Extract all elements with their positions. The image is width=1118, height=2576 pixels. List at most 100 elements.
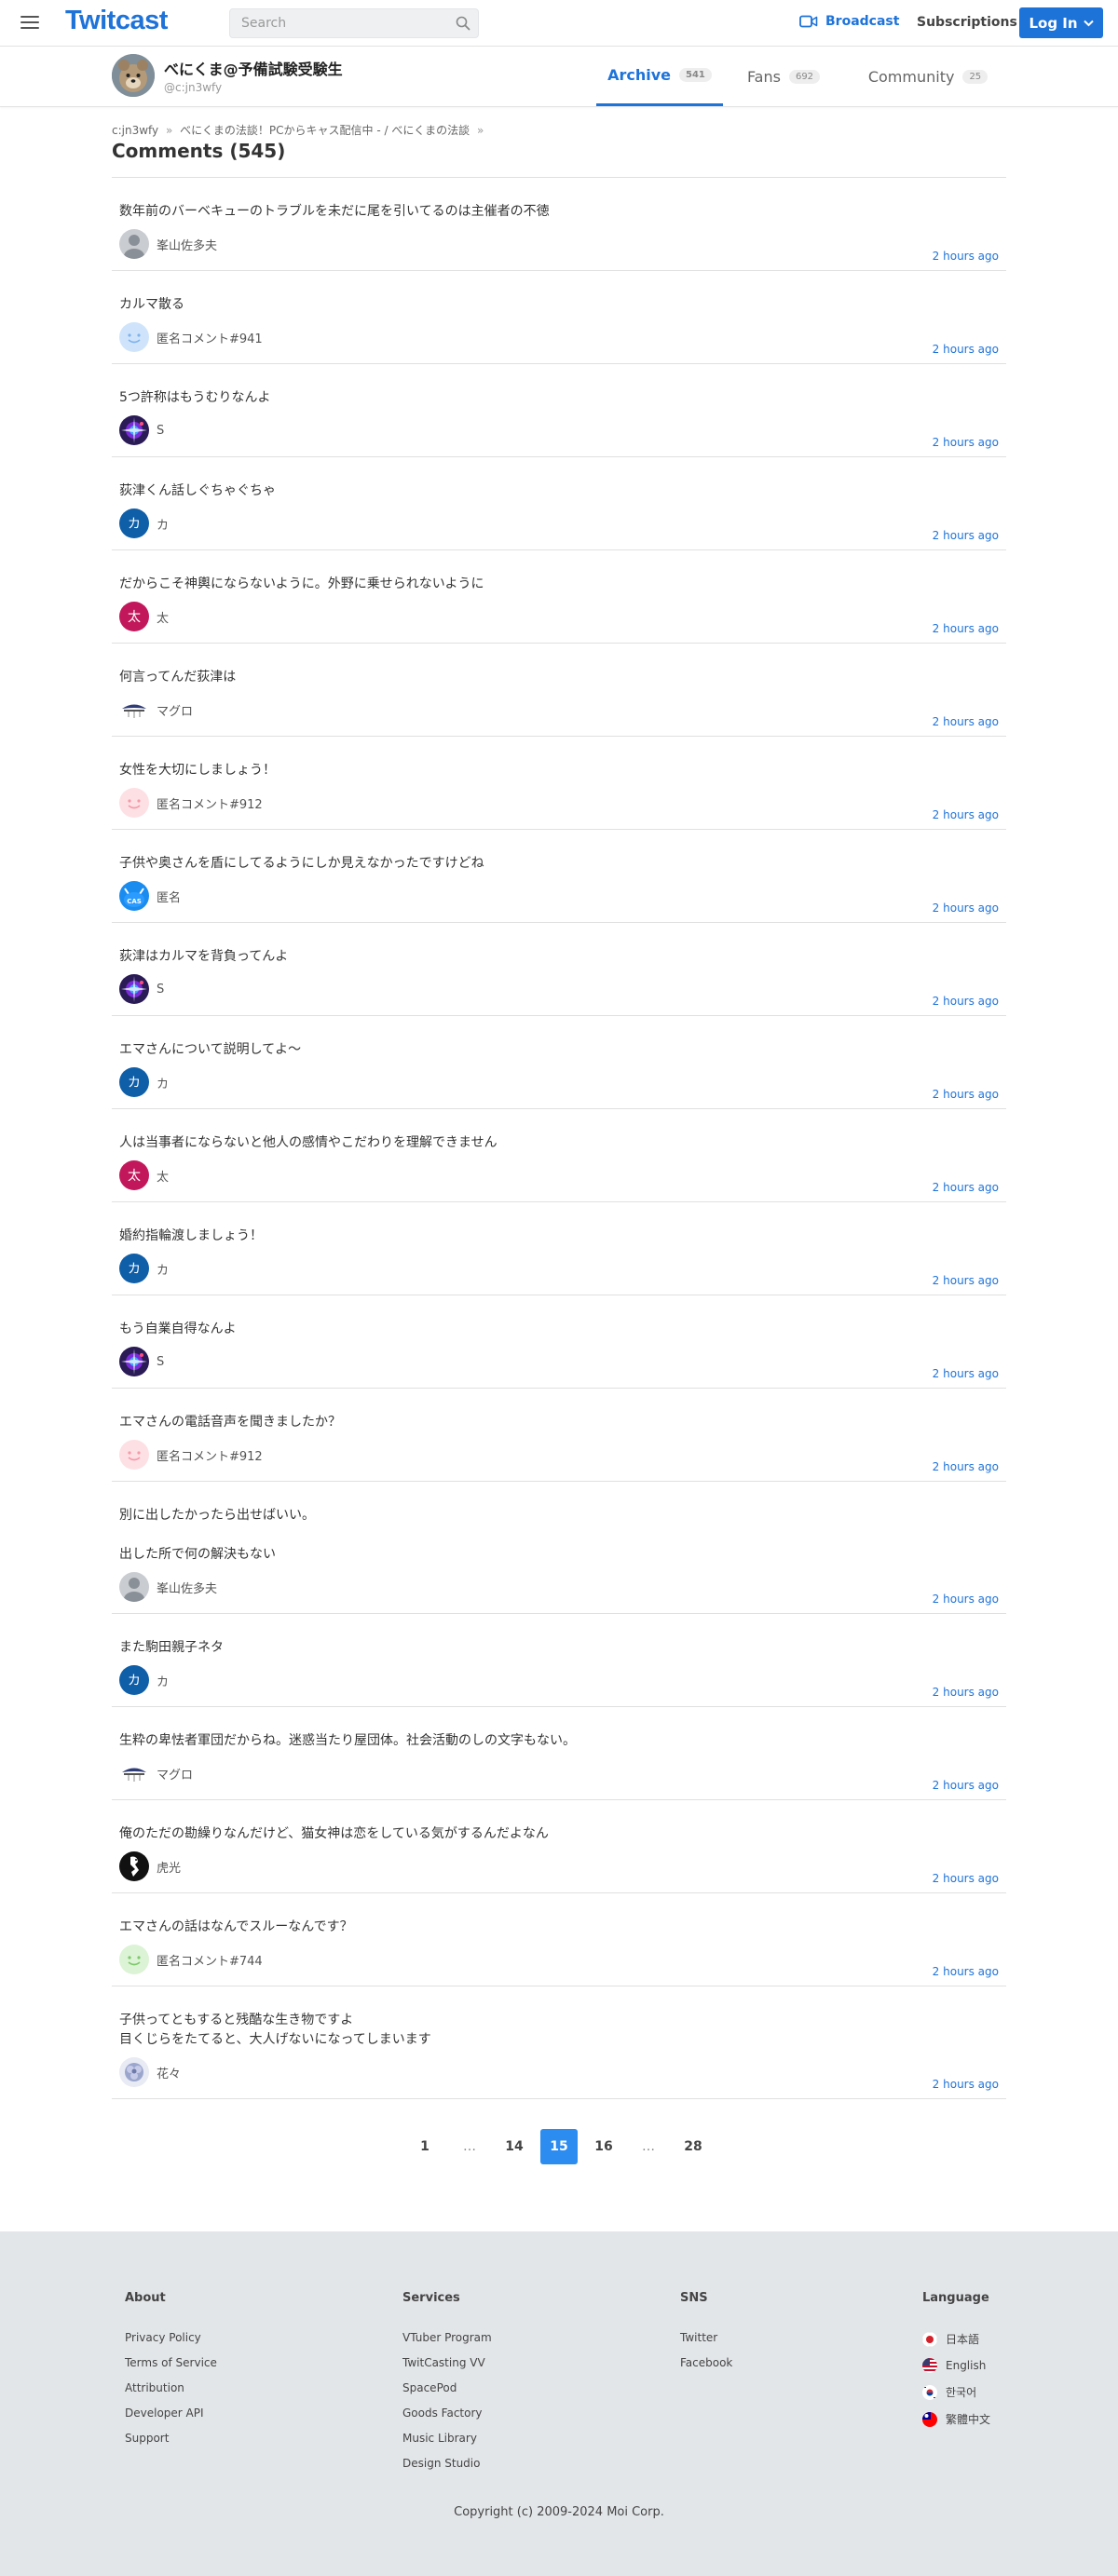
comment-timestamp[interactable]: 2 hours ago [933, 1965, 999, 1978]
comment-timestamp[interactable]: 2 hours ago [933, 1460, 999, 1473]
footer-link-design-studio[interactable]: Design Studio [402, 2457, 492, 2470]
commenter-name[interactable]: 匿名コメント#744 [157, 1951, 263, 1969]
commenter-name[interactable]: 峯山佐多夫 [157, 236, 217, 253]
comment-author: 匿名コメント#912 [119, 788, 999, 829]
commenter-avatar[interactable] [119, 974, 149, 1004]
comment-timestamp[interactable]: 2 hours ago [933, 1088, 999, 1101]
comment-author: 花々 [119, 2057, 999, 2098]
breadcrumb-item[interactable]: べにくまの法談！PCからキャス配信中 - / べにくまの法談 [180, 124, 470, 137]
tab-archive[interactable]: Archive 541 [596, 47, 723, 106]
commenter-name[interactable]: S [157, 1355, 164, 1369]
twitcast-logo[interactable]: Twitcast [65, 6, 168, 36]
footer-link-twitter[interactable]: Twitter [680, 2331, 732, 2344]
user-avatar[interactable] [112, 54, 155, 97]
footer-link-support[interactable]: Support [125, 2432, 217, 2445]
commenter-avatar[interactable] [119, 1347, 149, 1376]
commenter-avatar[interactable] [119, 2057, 149, 2087]
comment-timestamp[interactable]: 2 hours ago [933, 1872, 999, 1885]
commenter-name[interactable]: カ [157, 515, 169, 533]
footer-link-goods-factory[interactable]: Goods Factory [402, 2407, 492, 2420]
login-button[interactable]: Log In [1019, 7, 1103, 38]
footer-link-attribution[interactable]: Attribution [125, 2381, 217, 2394]
commenter-avatar[interactable]: カ [119, 1067, 149, 1097]
comment-timestamp[interactable]: 2 hours ago [933, 902, 999, 915]
commenter-avatar[interactable]: カ [119, 1665, 149, 1695]
footer-link-music-library[interactable]: Music Library [402, 2432, 492, 2445]
commenter-avatar[interactable]: カ [119, 1254, 149, 1283]
subscriptions-link[interactable]: Subscriptions [917, 15, 1017, 30]
commenter-name[interactable]: 匿名コメント#912 [157, 794, 263, 812]
commenter-avatar[interactable] [119, 1758, 149, 1788]
comment-timestamp[interactable]: 2 hours ago [933, 436, 999, 449]
comment-timestamp[interactable]: 2 hours ago [933, 622, 999, 635]
commenter-avatar[interactable] [119, 695, 149, 725]
comment-timestamp[interactable]: 2 hours ago [933, 1686, 999, 1699]
page-button-14[interactable]: 14 [496, 2129, 533, 2164]
language-japanese[interactable]: 日本語 [922, 2331, 990, 2347]
commenter-avatar[interactable]: CAS [119, 881, 149, 911]
commenter-name[interactable]: カ [157, 1672, 169, 1689]
comment-timestamp[interactable]: 2 hours ago [933, 343, 999, 356]
commenter-avatar[interactable] [119, 229, 149, 259]
language-traditional-chinese[interactable]: 繁體中文 [922, 2411, 990, 2427]
broadcast-link[interactable]: Broadcast [799, 14, 899, 29]
comment-timestamp[interactable]: 2 hours ago [933, 1367, 999, 1380]
footer-link-vtuber-program[interactable]: VTuber Program [402, 2331, 492, 2344]
comment-timestamp[interactable]: 2 hours ago [933, 995, 999, 1008]
language-english[interactable]: English [922, 2358, 990, 2373]
hamburger-menu-icon[interactable] [20, 13, 39, 32]
language-korean[interactable]: 한국어 [922, 2384, 990, 2400]
footer-link-twitcasting-vv[interactable]: TwitCasting VV [402, 2356, 492, 2369]
commenter-avatar[interactable]: 太 [119, 602, 149, 631]
comment-timestamp[interactable]: 2 hours ago [933, 715, 999, 728]
commenter-name[interactable]: マグロ [157, 1765, 193, 1783]
commenter-name[interactable]: 峯山佐多夫 [157, 1579, 217, 1596]
commenter-avatar[interactable] [119, 1572, 149, 1602]
tab-fans[interactable]: Fans 692 [732, 47, 835, 106]
commenter-name[interactable]: 花々 [157, 2064, 181, 2081]
footer-link-facebook[interactable]: Facebook [680, 2356, 732, 2369]
commenter-avatar[interactable] [119, 1945, 149, 1974]
commenter-avatar[interactable]: カ [119, 508, 149, 538]
footer-link-terms[interactable]: Terms of Service [125, 2356, 217, 2369]
comment-timestamp[interactable]: 2 hours ago [933, 1593, 999, 1606]
commenter-name[interactable]: 太 [157, 1167, 169, 1185]
page-button-28[interactable]: 28 [675, 2129, 712, 2164]
commenter-avatar[interactable] [119, 1440, 149, 1470]
comment-timestamp[interactable]: 2 hours ago [933, 808, 999, 821]
commenter-name[interactable]: 匿名 [157, 888, 181, 905]
comment-text: 何言ってんだ荻津は [119, 670, 237, 685]
commenter-avatar[interactable] [119, 788, 149, 818]
search-box[interactable] [229, 8, 479, 38]
commenter-name[interactable]: 匿名コメント#941 [157, 329, 263, 346]
commenter-name[interactable]: S [157, 424, 164, 438]
page-button-1[interactable]: 1 [406, 2129, 443, 2164]
comment-timestamp[interactable]: 2 hours ago [933, 1274, 999, 1287]
commenter-name[interactable]: S [157, 983, 164, 997]
page-button-16[interactable]: 16 [585, 2129, 622, 2164]
search-icon[interactable] [448, 16, 478, 31]
page-button-15[interactable]: 15 [540, 2129, 578, 2164]
footer-link-developer-api[interactable]: Developer API [125, 2407, 217, 2420]
comment-timestamp[interactable]: 2 hours ago [933, 2078, 999, 2091]
commenter-avatar[interactable] [119, 415, 149, 445]
commenter-avatar[interactable] [119, 322, 149, 352]
footer-link-privacy-policy[interactable]: Privacy Policy [125, 2331, 217, 2344]
comment-timestamp[interactable]: 2 hours ago [933, 1779, 999, 1792]
comment-timestamp[interactable]: 2 hours ago [933, 250, 999, 263]
search-input[interactable] [230, 16, 448, 31]
breadcrumb-item[interactable]: c:jn3wfy [112, 124, 158, 137]
tab-community[interactable]: Community 25 [855, 47, 1001, 106]
footer-link-spacepod[interactable]: SpacePod [402, 2381, 492, 2394]
commenter-avatar[interactable] [119, 1851, 149, 1881]
svg-text:カ: カ [128, 517, 141, 532]
commenter-name[interactable]: 太 [157, 608, 169, 626]
commenter-avatar[interactable]: 太 [119, 1160, 149, 1190]
commenter-name[interactable]: カ [157, 1260, 169, 1278]
comment-timestamp[interactable]: 2 hours ago [933, 529, 999, 542]
commenter-name[interactable]: カ [157, 1074, 169, 1091]
commenter-name[interactable]: マグロ [157, 701, 193, 719]
comment-timestamp[interactable]: 2 hours ago [933, 1181, 999, 1194]
commenter-name[interactable]: 匿名コメント#912 [157, 1446, 263, 1464]
commenter-name[interactable]: 虎光 [157, 1858, 181, 1876]
